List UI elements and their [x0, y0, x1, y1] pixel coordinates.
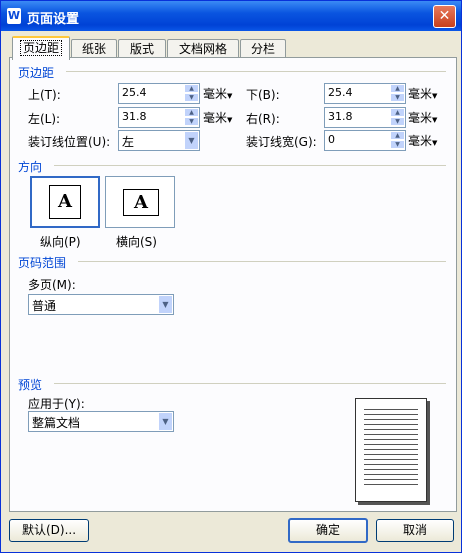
apply-to-value: 整篇文档	[32, 416, 81, 430]
top-margin-label: 上(T):	[28, 88, 61, 102]
right-margin-spinner[interactable]: 31.8 ▲ ▼	[324, 107, 406, 128]
gutter-width-unit[interactable]: 毫米▼	[408, 132, 437, 149]
preview-divider	[54, 383, 446, 384]
tab-layout[interactable]: 版式	[118, 39, 166, 58]
margins-group-title: 页边距	[18, 66, 55, 80]
spin-up-icon[interactable]: ▲	[184, 108, 199, 117]
close-icon: ✕	[438, 8, 451, 24]
spin-down-icon[interactable]: ▼	[184, 117, 199, 126]
dropdown-arrow-icon: ▼	[432, 92, 438, 100]
dropdown-arrow-icon: ▼	[227, 116, 233, 124]
preview-group-title: 预览	[18, 378, 43, 392]
page-range-divider	[78, 261, 446, 262]
gutter-width-spinner[interactable]: 0 ▲ ▼	[324, 130, 406, 151]
page-preview	[355, 398, 427, 502]
right-margin-unit[interactable]: 毫米▼	[408, 109, 437, 126]
left-margin-label: 左(L):	[28, 112, 61, 126]
tab-columns[interactable]: 分栏	[240, 39, 286, 58]
gutter-position-select[interactable]: 左 ▼	[118, 130, 200, 151]
tab-margins[interactable]: 页边距	[12, 36, 70, 60]
spin-up-icon[interactable]: ▲	[390, 108, 405, 117]
margins-divider	[66, 71, 446, 72]
dropdown-arrow-icon[interactable]: ▼	[184, 131, 199, 150]
spin-up-icon[interactable]: ▲	[184, 84, 199, 93]
top-margin-spinner[interactable]: 25.4 ▲ ▼	[118, 83, 200, 104]
top-margin-unit[interactable]: 毫米▼	[203, 85, 232, 102]
dropdown-arrow-icon[interactable]: ▼	[158, 295, 173, 314]
default-button[interactable]: 默认(D)...	[9, 519, 89, 542]
multiple-pages-label: 多页(M):	[28, 278, 76, 292]
orientation-group-title: 方向	[18, 160, 43, 174]
dropdown-arrow-icon[interactable]: ▼	[158, 412, 173, 431]
ok-button[interactable]: 确定	[288, 518, 368, 543]
dropdown-arrow-icon: ▼	[227, 92, 233, 100]
portrait-page-icon: A	[49, 185, 81, 219]
left-margin-spinner[interactable]: 31.8 ▲ ▼	[118, 107, 200, 128]
page-range-group-title: 页码范围	[18, 256, 67, 270]
multiple-pages-select[interactable]: 普通 ▼	[28, 294, 174, 315]
spin-down-icon[interactable]: ▼	[184, 93, 199, 102]
page-setup-dialog: W 页面设置 ✕ 页边距 纸张 版式 文档网格 分栏 页边距 上(T): 25.…	[0, 0, 462, 553]
apply-to-label: 应用于(Y):	[28, 397, 85, 411]
bottom-margin-spinner[interactable]: 25.4 ▲ ▼	[324, 83, 406, 104]
spin-down-icon[interactable]: ▼	[390, 93, 405, 102]
landscape-page-icon: A	[123, 189, 159, 216]
gutter-position-label: 装订线位置(U):	[28, 135, 111, 149]
dropdown-arrow-icon: ▼	[432, 139, 438, 147]
spin-down-icon[interactable]: ▼	[390, 140, 405, 149]
bottom-margin-label: 下(B):	[246, 88, 280, 102]
gutter-width-label: 装订线宽(G):	[246, 135, 317, 149]
left-margin-unit[interactable]: 毫米▼	[203, 109, 232, 126]
gutter-position-value: 左	[122, 135, 135, 149]
apply-to-select[interactable]: 整篇文档 ▼	[28, 411, 174, 432]
dropdown-arrow-icon: ▼	[432, 116, 438, 124]
landscape-label: 横向(S)	[116, 235, 157, 249]
left-margin-value: 31.8	[122, 110, 147, 123]
spin-up-icon[interactable]: ▲	[390, 84, 405, 93]
right-margin-label: 右(R):	[246, 112, 280, 126]
top-margin-value: 25.4	[122, 86, 147, 99]
dialog-title: 页面设置	[27, 12, 80, 27]
portrait-label: 纵向(P)	[40, 235, 81, 249]
landscape-option[interactable]: A	[105, 176, 175, 228]
right-margin-value: 31.8	[328, 110, 353, 123]
portrait-option[interactable]: A	[30, 176, 100, 228]
title-bar: W 页面设置 ✕	[1, 1, 461, 31]
tab-panel: 页边距 上(T): 25.4 ▲ ▼ 毫米▼ 下(B): 25.4 ▲ ▼ 毫米▼ …	[9, 57, 457, 512]
tab-document-grid[interactable]: 文档网格	[167, 39, 239, 58]
spin-up-icon[interactable]: ▲	[390, 131, 405, 140]
close-button[interactable]: ✕	[433, 5, 456, 28]
wps-app-icon: W	[7, 8, 21, 24]
orientation-divider	[54, 165, 446, 166]
bottom-margin-unit[interactable]: 毫米▼	[408, 85, 437, 102]
multiple-pages-value: 普通	[32, 299, 57, 313]
bottom-margin-value: 25.4	[328, 86, 353, 99]
gutter-width-value: 0	[328, 133, 335, 146]
spin-down-icon[interactable]: ▼	[390, 117, 405, 126]
tab-paper[interactable]: 纸张	[71, 39, 117, 58]
cancel-button[interactable]: 取消	[376, 519, 454, 542]
